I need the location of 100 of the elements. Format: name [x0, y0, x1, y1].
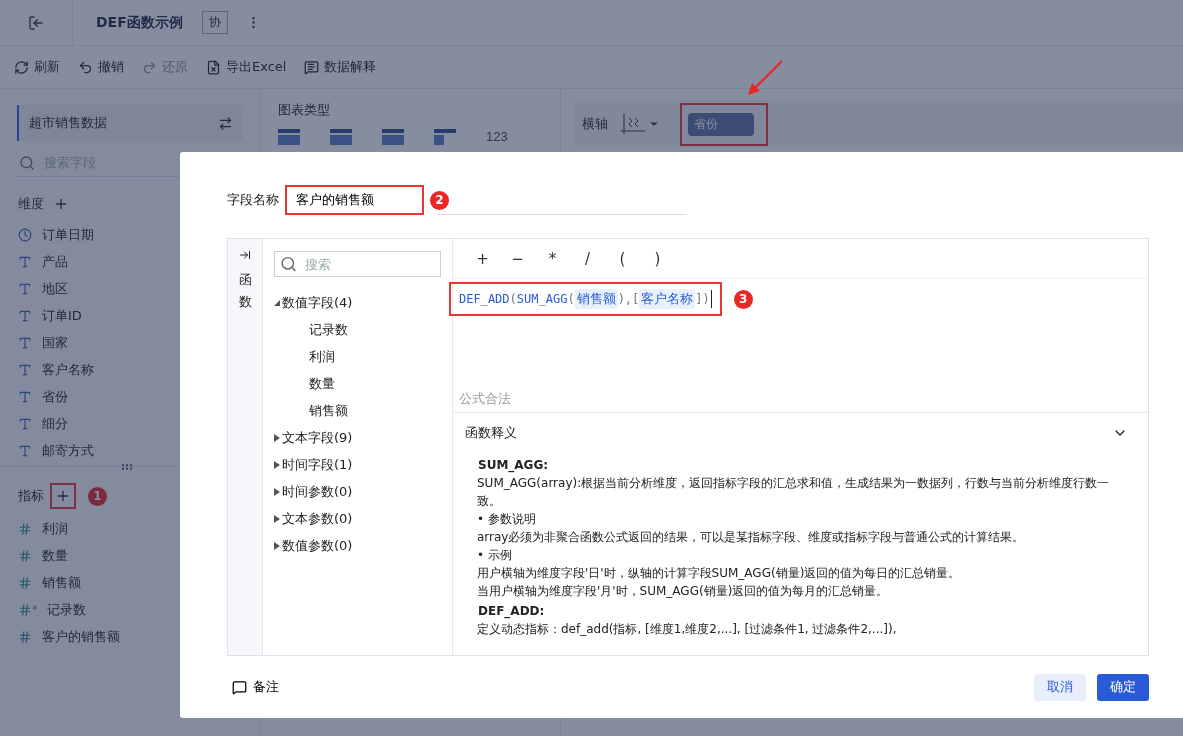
tree-item[interactable]: 利润 [274, 343, 335, 370]
explain-icon [304, 59, 320, 75]
tree-item[interactable]: 文本字段(9) [274, 424, 353, 451]
switch-icon[interactable] [218, 115, 233, 131]
plus-icon [55, 488, 71, 504]
field-name-input[interactable]: 客户的销售额 [285, 185, 424, 215]
field-item[interactable]: 订单日期 [0, 221, 260, 248]
section-title: 指标 [18, 487, 44, 505]
field-name: 国家 [42, 333, 68, 352]
field-item[interactable]: 国家 [0, 329, 260, 356]
text-type-icon [18, 362, 32, 377]
explanation-text: 用户横轴为维度字段'日'时，纵轴的计算字段SUM_AGG(销量)返回的值为每日的汇总销量。 [477, 565, 962, 582]
explanation-text: • 示例 [477, 547, 513, 564]
operator-button[interactable]: / [578, 249, 597, 268]
hash-icon [18, 521, 32, 536]
toolbar-button[interactable]: 刷新 [14, 58, 60, 76]
operator-button[interactable]: ( [613, 249, 632, 268]
operator-button[interactable]: * [543, 249, 562, 268]
field-item[interactable]: 省份 [0, 383, 260, 410]
formula-editor[interactable]: DEF_ADD(SUM_AGG(销售额),[客户名称]) [449, 282, 722, 316]
field-name: 数量 [42, 546, 68, 565]
field-item[interactable]: 客户的销售额 [0, 623, 260, 650]
section-title: 维度 [18, 195, 44, 213]
tree-item[interactable]: 记录数 [274, 316, 348, 343]
tree-item[interactable]: 时间字段(1) [274, 451, 353, 478]
tree-item[interactable]: 文本参数(0) [274, 505, 353, 532]
field-item[interactable]: 销售额 [0, 569, 260, 596]
operator-button[interactable]: ) [648, 249, 667, 268]
tree-item[interactable]: 数量 [274, 370, 335, 397]
text-type-icon [18, 443, 32, 458]
axis-label: 横轴 [582, 115, 608, 133]
plus-icon [53, 196, 69, 212]
tree-item[interactable]: 时间参数(0) [274, 478, 353, 505]
text-type-icon [18, 335, 32, 350]
field-name: 细分 [42, 414, 68, 433]
field-item[interactable]: 数量 [0, 542, 260, 569]
annotation-arrow [746, 58, 786, 98]
field-name: 产品 [42, 252, 68, 271]
dataset-selector[interactable]: 超市销售数据 [17, 105, 243, 141]
field-name-label: 字段名称 [227, 191, 279, 209]
axis-type-dropdown[interactable] [620, 113, 660, 135]
collapse-icon[interactable] [239, 249, 251, 261]
hash-icon [18, 548, 32, 563]
function-tab[interactable]: 函数 [238, 269, 252, 314]
search-icon [280, 255, 297, 273]
search-field[interactable]: 搜索 [274, 251, 441, 277]
field-item[interactable]: 邮寄方式 [0, 437, 260, 464]
text-type-icon [18, 389, 32, 404]
toolbar-button[interactable]: 数据解释 [304, 58, 377, 76]
validation-status: 公式合法 [458, 390, 512, 408]
explanation-header[interactable]: 函数释义 [453, 412, 1148, 452]
explanation-text: array必须为非聚合函数公式返回的结果，可以是某指标字段、维度或指标字段与普通公式的计算结果。 [477, 529, 1026, 546]
field-name: 客户的销售额 [42, 627, 120, 646]
step-marker: 3 [733, 289, 753, 309]
tree-item[interactable]: 销售额 [274, 397, 348, 424]
operator-button[interactable]: − [508, 249, 527, 268]
operator-button[interactable]: + [473, 249, 492, 268]
field-name: 地区 [42, 279, 68, 298]
tree-item[interactable]: 数值字段(4) [274, 289, 353, 316]
explanation-text: • 参数说明 [477, 511, 537, 528]
explanation-text: 定义动态指标：def_add(指标, [维度1,维度2,...], [过滤条件1, 过滤条件2,...]), [477, 621, 898, 638]
report-title: DEF函数示例 [96, 13, 183, 32]
search-icon [19, 155, 35, 171]
refresh-icon [14, 59, 29, 75]
cancel-button[interactable]: 取消 [1034, 673, 1086, 701]
confirm-button[interactable]: 确定 [1097, 673, 1149, 701]
text-type-icon [18, 308, 32, 323]
field-name: 利润 [42, 519, 68, 538]
axis-break-icon [620, 113, 646, 135]
undo-icon [78, 59, 93, 75]
tree-item[interactable]: 数值参数(0) [274, 532, 353, 559]
panel-title: 图表类型 [278, 101, 331, 119]
add-button[interactable] [50, 483, 76, 509]
field-name: 记录数 [47, 600, 87, 619]
field-item[interactable]: 细分 [0, 410, 260, 437]
explanation-text: 当用户横轴为维度字段'月'时，SUM_AGG(销量)返回的值为每月的汇总销量。 [477, 583, 890, 600]
field-name: 邮寄方式 [42, 441, 94, 460]
note-button[interactable]: 备注 [232, 678, 279, 697]
step-marker: 2 [430, 190, 449, 210]
field-item[interactable]: 客户名称 [0, 356, 260, 383]
toolbar-button[interactable]: 撤销 [78, 58, 124, 76]
text-type-icon [18, 416, 32, 431]
exit-icon [28, 14, 44, 31]
text-type-icon [18, 254, 32, 269]
field-name: 省份 [42, 387, 68, 406]
function-name: SUM_AGG: [478, 457, 550, 474]
hash-icon [18, 629, 32, 644]
collab-badge: 协 [201, 11, 228, 34]
field-item[interactable]: 利润 [0, 515, 260, 542]
field-name: 订单ID [42, 306, 82, 325]
excel-icon [206, 59, 221, 75]
function-name: DEF_ADD: [478, 603, 546, 620]
explanation-text: SUM_AGG(array):根据当前分析维度，返回指标字段的汇总求和值，生成结果为一数据列，行数与当前分析维度行数一致。 [477, 475, 1111, 510]
field-name: 销售额 [42, 573, 81, 592]
axis-field-chip[interactable]: 省份 [688, 112, 754, 136]
comment-icon [232, 679, 247, 695]
hash-icon [18, 575, 32, 590]
text-type-icon [18, 281, 32, 296]
toolbar-button[interactable]: 导出Excel [206, 58, 287, 76]
step-marker: 1 [88, 486, 107, 506]
